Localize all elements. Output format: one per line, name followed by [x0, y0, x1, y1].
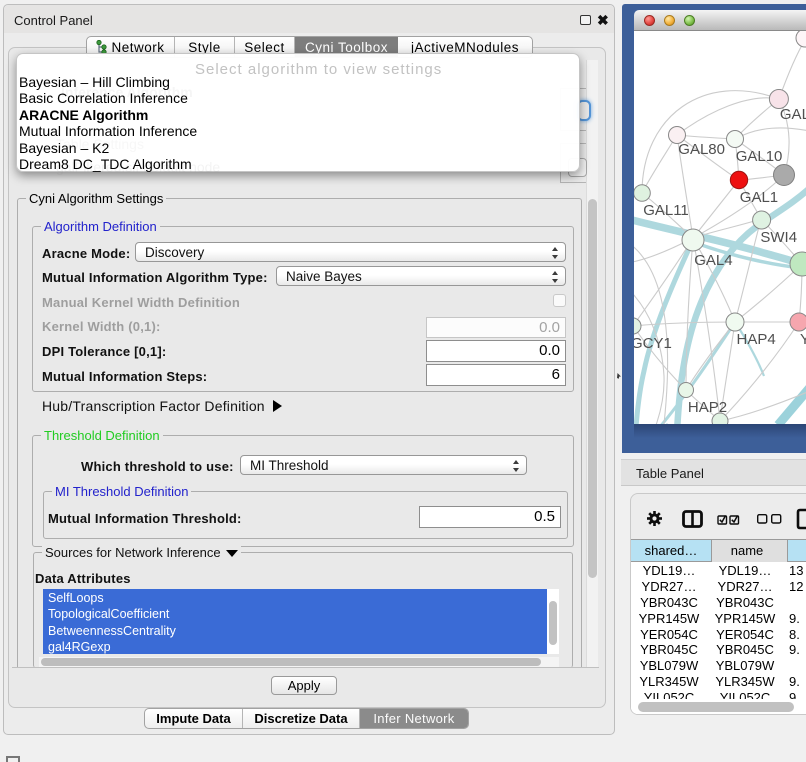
svg-text:GAL4: GAL4	[694, 252, 732, 269]
svg-text:GAL80: GAL80	[678, 141, 725, 158]
svg-text:YMR: YMR	[800, 331, 806, 348]
svg-text:GAL11: GAL11	[643, 202, 689, 219]
svg-text:GAL10: GAL10	[736, 148, 783, 165]
svg-text:SWI4: SWI4	[760, 229, 797, 246]
svg-text:GCY1: GCY1	[634, 335, 672, 352]
svg-text:GAL7: GAL7	[780, 106, 806, 123]
svg-text:GAL1: GAL1	[740, 189, 778, 206]
svg-text:HAP2: HAP2	[688, 399, 727, 416]
svg-text:HAP4: HAP4	[737, 331, 776, 348]
